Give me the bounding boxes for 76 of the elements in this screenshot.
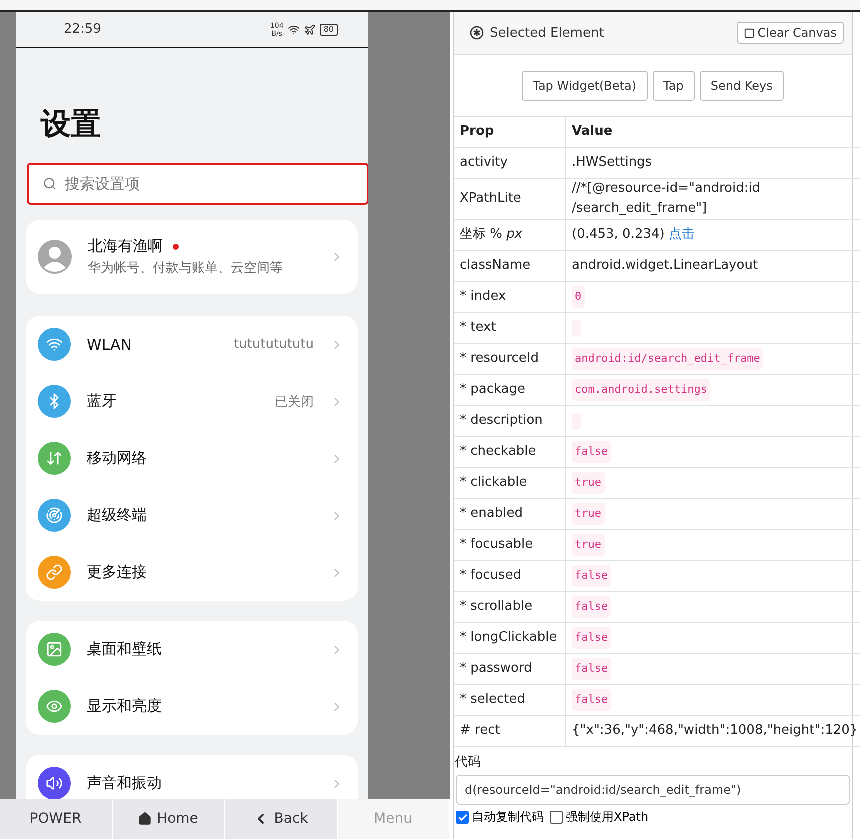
code-label: 代码 (454, 754, 482, 772)
panel-title: Selected Element (490, 26, 604, 40)
checkbox[interactable] (456, 811, 469, 824)
code-value: 0 (572, 286, 585, 308)
prop-cell: * clickable (454, 468, 566, 499)
action-button[interactable]: Tap Widget(Beta) (522, 70, 648, 100)
value-cell: .HWSettings (566, 148, 860, 179)
account-subtitle: 华为帐号、付款与账单、云空间等 (88, 260, 284, 277)
nav-button[interactable]: Home (112, 799, 225, 839)
code-value: true (572, 534, 604, 556)
setting-value: 已关闭 (275, 394, 314, 410)
setting-value: tutututututu (234, 337, 314, 352)
prop-cell: * enabled (454, 499, 566, 530)
code-value: true (572, 472, 604, 494)
option-label: 自动复制代码 (472, 809, 544, 826)
home-icon (138, 812, 152, 826)
prop-cell: * checkable (454, 437, 566, 468)
checkbox[interactable] (550, 811, 563, 824)
value-cell: {"x":36,"y":468,"width":1008,"height":120} (566, 716, 860, 747)
click-link[interactable]: 点击 (668, 225, 695, 245)
account-card[interactable]: 北海有渔啊 华为帐号、付款与账单、云空间等 (26, 220, 358, 294)
settings-item[interactable]: 更多连接 (26, 544, 358, 601)
code-value: false (572, 596, 612, 618)
search-field[interactable]: 搜索设置项 (27, 163, 368, 205)
code-value: false (572, 689, 612, 711)
prop-cell: * focusable (454, 530, 566, 561)
settings-item[interactable]: 移动网络 (26, 430, 358, 487)
prop-cell: className (454, 251, 566, 282)
coordinate-value: (0.453, 0.234) (572, 226, 665, 244)
prop-cell: * focused (454, 561, 566, 592)
nav-button[interactable]: POWER (0, 799, 112, 839)
page-title: 设置 (40, 106, 102, 144)
settings-item[interactable]: 超级终端 (26, 487, 358, 544)
settings-item[interactable]: WLAN tutututututu (26, 316, 358, 373)
selection-icon (470, 26, 484, 40)
settings-item[interactable]: 蓝牙 已关闭 (26, 373, 358, 430)
prop-cell: activity (454, 148, 566, 179)
code-value: true (572, 503, 604, 525)
avatar-icon (38, 240, 72, 274)
prop-cell: * scrollable (454, 592, 566, 623)
prop-cell: * text (454, 313, 566, 344)
account-name: 北海有渔啊 (88, 237, 163, 256)
airplane-icon (304, 24, 316, 36)
prop-cell: * description (454, 406, 566, 437)
code-value: false (572, 441, 612, 463)
settings-item[interactable]: 显示和亮度 (26, 678, 358, 735)
battery-icon: 80 (320, 24, 338, 36)
settings-item[interactable]: 桌面和壁纸 (26, 621, 358, 678)
nav-button[interactable]: Back (225, 799, 338, 839)
prop-cell: * package (454, 375, 566, 406)
code-value: false (572, 565, 612, 587)
code-value: android:id/search_edit_frame (572, 348, 764, 370)
prop-cell: * resourceId (454, 344, 566, 375)
value-cell: //*[@resource-id="android:id /search_edit_frame"] (566, 179, 860, 220)
search-icon (43, 177, 57, 191)
checkbox-icon (744, 28, 755, 38)
prop-cell: * password (454, 654, 566, 685)
column-header: Value (566, 117, 860, 148)
column-header: Prop (454, 117, 566, 148)
status-time: 22:59 (64, 22, 102, 37)
prop-cell: # rect (454, 716, 566, 747)
wifi-icon (288, 24, 300, 36)
clear-canvas-button[interactable]: Clear Canvas (736, 22, 844, 44)
prop-cell: * longClickable (454, 623, 566, 654)
prop-cell: XPathLite (454, 179, 566, 220)
code-value: false (572, 627, 612, 649)
action-button[interactable]: Tap (652, 70, 695, 100)
code-value: false (572, 658, 612, 680)
value-cell: android.widget.LinearLayout (566, 251, 860, 282)
code-field[interactable]: d(resourceId="android:id/search_edit_frame") (456, 775, 850, 805)
prop-cell: * selected (454, 685, 566, 716)
prop-cell: * index (454, 282, 566, 313)
action-button[interactable]: Send Keys (700, 70, 784, 100)
prop-cell: 坐标 % px (454, 220, 566, 251)
option-label: 强制使用XPath (566, 809, 649, 826)
code-value: com.android.settings (572, 379, 710, 401)
